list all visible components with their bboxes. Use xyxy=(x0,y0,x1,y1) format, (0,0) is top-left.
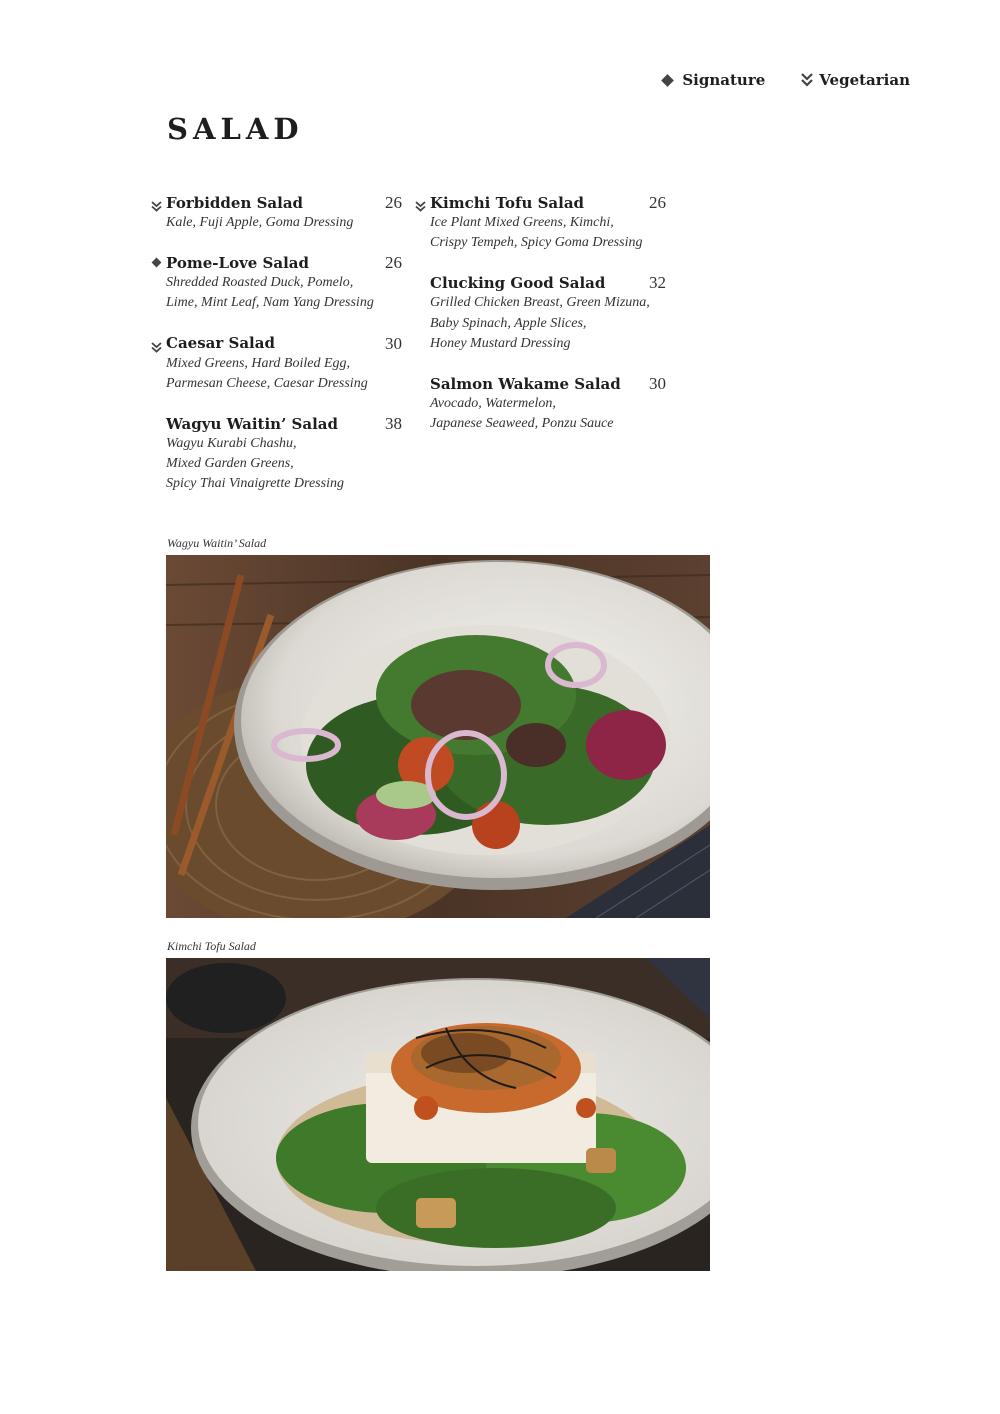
menu-item-header: Kimchi Tofu Salad xyxy=(430,192,654,213)
section-title: SALAD xyxy=(167,112,304,146)
menu-item-description: Mixed Greens, Hard Boiled Egg, Parmesan C… xyxy=(166,354,390,394)
menu-item-name: Clucking Good Salad xyxy=(430,273,606,292)
menu-item-header: Salmon Wakame Salad xyxy=(430,373,654,394)
menu-item-description-line: Mixed Garden Greens, xyxy=(166,456,294,472)
double-chevron-down-icon xyxy=(801,73,814,87)
menu-column-right: Kimchi Tofu Salad 26 Ice Plant Mixed Green… xyxy=(414,192,666,434)
menu-item-price: 26 xyxy=(385,193,402,212)
menu-item-description: Kale, Fuji Apple, Goma Dressing xyxy=(166,213,390,233)
menu-item-name: Caesar Salad xyxy=(166,334,275,353)
menu-item-description-line: Grilled Chicken Breast, Green Mizuna, xyxy=(430,295,650,311)
menu-item-kimchi-tofu-salad: Kimchi Tofu Salad 26 Ice Plant Mixed Green… xyxy=(414,192,666,253)
menu-item-description: Wagyu Kurabi Chashu, Mixed Garden Greens,… xyxy=(166,434,390,495)
menu-item-description-line: Spicy Thai Vinaigrette Dressing xyxy=(166,476,344,492)
menu-item-caesar-salad: Caesar Salad 30 Mixed Greens, Hard Boiled … xyxy=(150,333,402,394)
menu-item-price: 30 xyxy=(649,374,666,394)
menu-item-description-line: Shredded Roasted Duck, Pomelo, xyxy=(166,275,354,291)
menu-item-description: Shredded Roasted Duck, Pomelo, Lime, Mint… xyxy=(166,273,390,313)
menu-item-name: Forbidden Salad xyxy=(166,193,304,212)
menu-item-description-line: Kale, Fuji Apple, Goma Dressing xyxy=(166,215,354,230)
menu-item-price: 26 xyxy=(649,193,666,212)
menu-item-description: Grilled Chicken Breast, Green Mizuna, Bab… xyxy=(430,293,654,354)
diamond-icon xyxy=(661,73,675,87)
menu-item-clucking-good-salad: Clucking Good Salad 32 Grilled Chicken Bre… xyxy=(414,272,666,354)
menu-item-price: 32 xyxy=(649,273,666,293)
legend-vegetarian: Vegetarian xyxy=(801,71,910,89)
menu-item-header: Clucking Good Salad xyxy=(430,272,654,293)
photo-kimchi-tofu-salad xyxy=(166,958,710,1271)
menu-item-price: 38 xyxy=(385,414,402,434)
menu-item-description-line: Honey Mustard Dressing xyxy=(430,335,571,351)
legend-vegetarian-label: Vegetarian xyxy=(819,71,910,89)
diamond-icon xyxy=(151,257,162,268)
double-chevron-down-icon xyxy=(151,338,162,353)
menu-item-header: Wagyu Waitin’ Salad xyxy=(166,413,390,434)
legend: Signature Vegetarian xyxy=(661,71,910,89)
menu-item-name: Pome-Love Salad xyxy=(166,253,310,272)
menu-item-description-line: Crispy Tempeh, Spicy Goma Dressing xyxy=(430,235,643,251)
menu-item-header: Pome-Love Salad xyxy=(166,252,390,273)
menu-item-description-line: Avocado, Watermelon, xyxy=(430,396,556,412)
menu-item-price: 26 xyxy=(385,253,402,273)
menu-item-salmon-wakame-salad: Salmon Wakame Salad 30 Avocado, Watermelon… xyxy=(414,373,666,434)
menu-item-description-line: Mixed Greens, Hard Boiled Egg, xyxy=(166,355,351,371)
menu-item-description-line: Parmesan Cheese, Caesar Dressing xyxy=(166,375,368,391)
menu-item-header: Caesar Salad xyxy=(166,333,390,354)
legend-signature-label: Signature xyxy=(682,71,766,89)
double-chevron-down-icon xyxy=(415,197,426,212)
menu-item-forbidden-salad: Forbidden Salad 26 Kale, Fuji Apple, Goma … xyxy=(150,192,402,233)
menu-item-header: Forbidden Salad xyxy=(166,192,390,213)
menu-item-description: Avocado, Watermelon, Japanese Seaweed, Po… xyxy=(430,394,654,434)
menu-item-description-line: Ice Plant Mixed Greens, Kimchi, xyxy=(430,215,614,230)
menu-item-wagyu-waitin-salad: Wagyu Waitin’ Salad 38 Wagyu Kurabi Chashu… xyxy=(150,413,402,495)
menu-item-name: Wagyu Waitin’ Salad xyxy=(166,414,338,433)
menu-column-left: Forbidden Salad 26 Kale, Fuji Apple, Goma … xyxy=(150,192,402,495)
menu-item-name: Kimchi Tofu Salad xyxy=(430,193,585,212)
menu-item-description-line: Wagyu Kurabi Chashu, xyxy=(166,436,297,452)
photo-caption-wagyu: Wagyu Waitin’ Salad xyxy=(167,536,267,550)
menu-item-description-line: Baby Spinach, Apple Slices, xyxy=(430,315,587,331)
photo-wagyu-salad xyxy=(166,555,710,918)
menu-item-description-line: Lime, Mint Leaf, Nam Yang Dressing xyxy=(166,295,374,311)
menu-item-pome-love-salad: Pome-Love Salad 26 Shredded Roasted Duck, … xyxy=(150,252,402,313)
menu-item-description-line: Japanese Seaweed, Ponzu Sauce xyxy=(430,416,614,432)
double-chevron-down-icon xyxy=(151,197,162,212)
menu-item-price: 30 xyxy=(385,333,402,353)
menu-item-description: Ice Plant Mixed Greens, Kimchi, Crispy Te… xyxy=(430,213,654,253)
photo-caption-kimchi: Kimchi Tofu Salad xyxy=(167,939,256,953)
menu-item-name: Salmon Wakame Salad xyxy=(430,374,621,393)
legend-signature: Signature xyxy=(661,71,766,89)
